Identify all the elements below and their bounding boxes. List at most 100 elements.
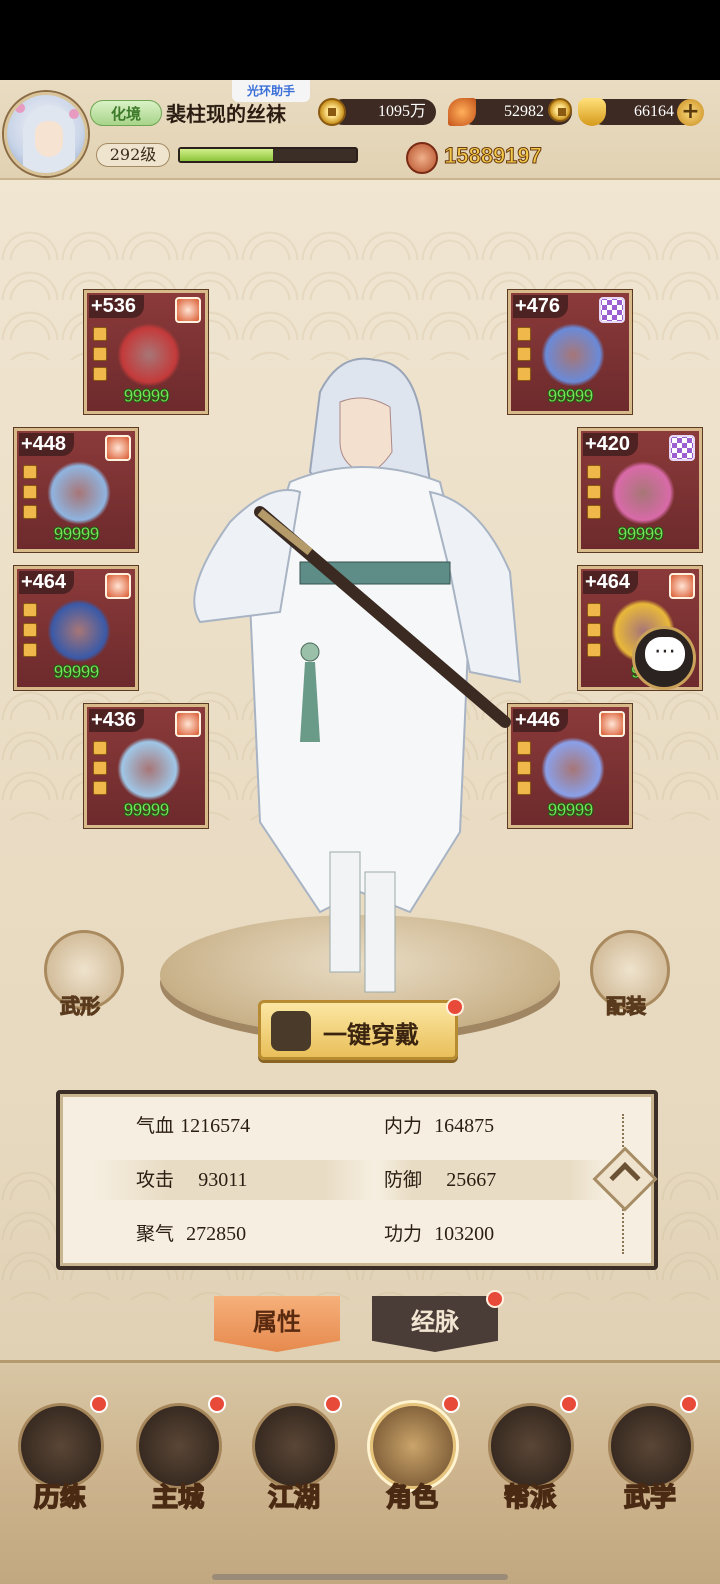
exp-bar [178,147,358,163]
star-rating: 99999 [53,524,100,545]
player-name: 裴柱现的丝袜 [166,102,286,126]
nav-main-city[interactable]: 主城 [128,1395,228,1535]
pendant-icon [611,461,675,525]
stat-row: 气血 1216574 内力 164875 [90,1106,610,1146]
ring-icon [541,737,605,801]
nav-martial-arts[interactable]: 武学 [600,1395,700,1535]
equip-slot-left-3[interactable]: +464 99999 [14,566,138,690]
gem-slot-icon [23,623,37,637]
nav-character[interactable]: 角色 [362,1395,462,1535]
chat-bubble-button[interactable] [632,626,696,690]
notification-dot [90,1395,108,1413]
juqi-value: 272850 [186,1223,247,1245]
gold-ingot-icon [578,98,606,126]
expand-stats-button[interactable] [592,1146,658,1212]
nav-label: 江湖 [267,1482,321,1514]
attribute-panel: 气血 1216574 内力 164875 攻击 93011 防御 25667 聚… [56,1090,658,1270]
grade-badge-icon [175,297,201,323]
realm-badge: 化境 [90,100,162,126]
star-rating: 99999 [53,662,100,683]
grade-badge-icon [669,435,695,461]
loadout-label: 配装 [606,994,647,1019]
flower-icon [15,103,25,113]
belt-icon [47,599,111,663]
nav-guild[interactable]: 帮派 [480,1395,580,1535]
gem-slot-icon [93,781,107,795]
juqi-stat: 聚气 272850 [136,1214,246,1254]
enhance-level: +464 [19,571,75,594]
atk-label: 攻击 [136,1169,175,1191]
grade-badge-icon [599,711,625,737]
gem-slot-icon [93,761,107,775]
character-figure[interactable] [170,352,550,1002]
notification-dot [208,1395,226,1413]
atk-value: 93011 [198,1169,248,1191]
player-level: 292级 [96,143,170,167]
gem-slot-icon [23,485,37,499]
flower-icon [69,109,79,119]
gem-slot-icon [23,505,37,519]
tab-attributes[interactable]: 属性 [214,1296,340,1352]
gem-slot-icon [587,485,601,499]
notification-dot [442,1395,460,1413]
nav-training[interactable]: 历练 [10,1395,110,1535]
def-value: 25667 [446,1169,497,1191]
def-stat: 防御 25667 [384,1160,496,1200]
grade-badge-icon [105,573,131,599]
grade-badge-icon [105,435,131,461]
add-gold-button[interactable]: + [677,99,704,126]
player-avatar[interactable] [4,92,88,176]
gem-slot-icon [517,327,531,341]
equip-slot-right-2[interactable]: +420 99999 [578,428,702,552]
equip-slot-left-2[interactable]: +448 99999 [14,428,138,552]
nav-label: 主城 [151,1482,205,1514]
enhance-level: +464 [583,571,639,594]
notification-dot [446,998,464,1016]
coin-stack-icon [548,98,572,122]
gem-slot-icon [587,643,601,657]
gem-slot-icon [587,465,601,479]
notification-dot [486,1290,504,1308]
enhance-level: +536 [89,295,145,318]
gem-slot-icon [23,603,37,617]
tab-meridians[interactable]: 经脉 [372,1296,498,1352]
hp-value: 1216574 [180,1115,251,1137]
neili-stat: 内力 164875 [384,1106,494,1146]
nav-label: 帮派 [503,1482,557,1514]
enhance-level: +448 [19,433,75,456]
gongli-label: 功力 [384,1223,423,1245]
one-click-wear-label: 一键穿戴 [323,1020,419,1049]
gem-slot-icon [93,347,107,361]
gem-slot-icon [93,367,107,381]
leaf-currency-icon [448,98,476,126]
star-rating: 99999 [617,524,664,545]
gem-slot-icon [587,505,601,519]
nav-label: 历练 [33,1482,87,1514]
necklace-icon [541,323,605,387]
atk-stat: 攻击 93011 [136,1160,247,1200]
exp-bar-fill [180,149,274,161]
combat-power: 15889197 [444,143,543,169]
home-indicator[interactable] [212,1574,508,1580]
grade-badge-icon [669,573,695,599]
nav-label: 角色 [385,1482,439,1514]
one-click-wear-button[interactable]: 一键穿戴 [258,1000,458,1060]
notification-dot [324,1395,342,1413]
nav-jianghu[interactable]: 江湖 [244,1395,344,1535]
gem-slot-icon [23,465,37,479]
gongli-stat: 功力 103200 [384,1214,494,1254]
notification-dot [560,1395,578,1413]
coin-icon [318,98,346,126]
gem-slot-icon [93,327,107,341]
enhance-level: +436 [89,709,145,732]
nav-label: 武学 [623,1482,677,1514]
neili-label: 内力 [384,1115,423,1137]
avatar-face [35,121,63,157]
chevron-up-icon [609,1162,641,1194]
hp-label: 气血 [136,1115,175,1137]
gem-slot-icon [23,643,37,657]
robe-icon [47,461,111,525]
armor-swap-icon [271,1011,311,1051]
gem-slot-icon [93,741,107,755]
neili-value: 164875 [434,1115,495,1137]
